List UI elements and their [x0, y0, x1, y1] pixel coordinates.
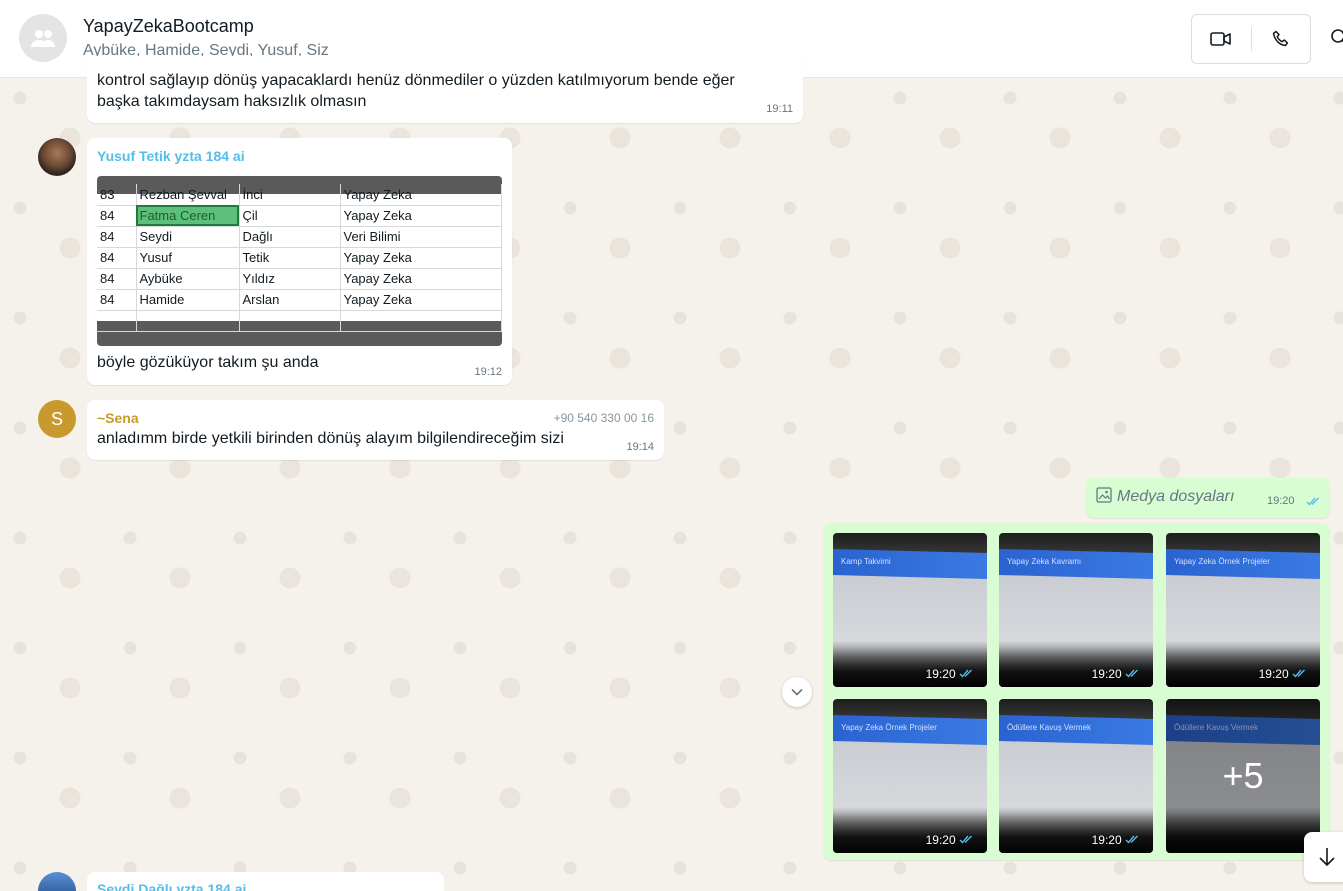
- sheet-cell: [97, 310, 137, 332]
- sheet-row: 83 Rezban Şevval İnci Yapay Zeka: [97, 184, 502, 206]
- sheet-row: [97, 310, 502, 332]
- message-time: 19:20: [1267, 495, 1295, 507]
- sheet-cell: Rezban Şevval: [136, 184, 240, 206]
- group-icon: [31, 30, 55, 47]
- media-caption: Medya dosyaları: [1117, 488, 1235, 505]
- avatar-sena[interactable]: S: [38, 400, 76, 438]
- sheet-cell: Arslan: [239, 289, 341, 311]
- message-bubble[interactable]: kontrol sağlayıp dönüş yapacaklardı henü…: [87, 56, 803, 123]
- slide-title: Ödüllere Kavuş Vermek: [1007, 723, 1092, 732]
- more-media-count[interactable]: +5: [1166, 699, 1320, 853]
- sheet-row: 84 Seydi Dağlı Veri Bilimi: [97, 226, 502, 248]
- message-time: 19:12: [474, 366, 502, 378]
- sheet-cell: Çil: [239, 205, 341, 227]
- double-tick-icon: [1292, 669, 1305, 678]
- sheet-cell: Hamide: [136, 289, 240, 311]
- sheet-cell: Yapay Zeka: [340, 184, 502, 206]
- double-tick-icon: [1125, 835, 1138, 844]
- sheet-cell: 83: [97, 184, 137, 206]
- sheet-cell: Aybüke: [136, 268, 240, 290]
- sheet-cell: Yusuf: [136, 247, 240, 269]
- double-tick-icon: [959, 835, 972, 844]
- sheet-row: 84 Yusuf Tetik Yapay Zeka: [97, 247, 502, 269]
- thumbnail-time: 19:20: [926, 667, 975, 681]
- sheet-cell: Yapay Zeka: [340, 289, 502, 311]
- sheet-cell: İnci: [239, 184, 341, 206]
- thumbnail-time: 19:20: [1092, 667, 1141, 681]
- sender-name[interactable]: Seydi Dağlı yzta 184 ai: [97, 881, 246, 891]
- call-controls: [1191, 14, 1311, 64]
- message-text-line: başka takımdaysam haksızlık olmasın: [97, 93, 367, 110]
- thumbnail-time: 19:20: [926, 833, 975, 847]
- thumbnail-time: 19:20: [1259, 667, 1308, 681]
- spreadsheet-image[interactable]: 83 Rezban Şevval İnci Yapay Zeka 84 Fatma Cer…: [97, 176, 502, 346]
- media-album[interactable]: Kamp Takvimi 19:20 Yapay Zeka Kavramı 19:2…: [823, 523, 1330, 860]
- sender-name[interactable]: ~Sena: [97, 410, 139, 426]
- sheet-cell: 84: [97, 268, 137, 290]
- slide-title: Kamp Takvimi: [841, 557, 891, 566]
- sheet-cell: [340, 310, 502, 332]
- search-button[interactable]: [1330, 28, 1343, 48]
- sheet-cell: Veri Bilimi: [340, 226, 502, 248]
- voice-call-button[interactable]: [1251, 15, 1310, 63]
- sheet-row: 84 Aybüke Yıldız Yapay Zeka: [97, 268, 502, 290]
- chat-title[interactable]: YapayZekaBootcamp: [83, 16, 254, 37]
- sheet-cell: Yapay Zeka: [340, 268, 502, 290]
- phone-icon: [1272, 30, 1288, 47]
- media-thumbnail[interactable]: Ödüllere Kavuş Vermek +5: [1166, 699, 1320, 853]
- message-time: 19:14: [626, 441, 654, 453]
- sheet-cell: [239, 310, 341, 332]
- spreadsheet-table: 83 Rezban Şevval İnci Yapay Zeka 84 Fatma Cer…: [97, 184, 502, 332]
- slide-title: Yapay Zeka Kavramı: [1007, 557, 1082, 566]
- double-tick-icon: [1125, 669, 1138, 678]
- scroll-to-bottom-button[interactable]: [1304, 832, 1343, 882]
- message-bubble[interactable]: Seydi Dağlı yzta 184 ai: [87, 872, 444, 891]
- thumbnail-time: 19:20: [1092, 833, 1141, 847]
- avatar-letter: S: [50, 408, 63, 429]
- media-caption-bubble[interactable]: Medya dosyaları 19:20: [1086, 478, 1330, 518]
- double-tick-icon: [959, 669, 972, 678]
- media-thumbnail[interactable]: Yapay Zeka Örnek Projeler 19:20: [833, 699, 987, 853]
- sheet-cell: [136, 310, 240, 332]
- search-icon: [1331, 29, 1343, 43]
- sheet-cell: Yıldız: [239, 268, 341, 290]
- message-text: anladımm birde yetkili birinden dönüş al…: [97, 430, 564, 447]
- message-bubble[interactable]: ~Sena +90 540 330 00 16 anladımm birde y…: [87, 400, 664, 460]
- message-time: 19:11: [766, 103, 793, 115]
- message-text-line: kontrol sağlayıp dönüş yapacaklardı henü…: [97, 72, 735, 89]
- image-icon: [1096, 487, 1112, 503]
- video-call-button[interactable]: [1192, 15, 1251, 63]
- sender-name[interactable]: Yusuf Tetik yzta 184 ai: [97, 148, 245, 164]
- message-bubble[interactable]: Yusuf Tetik yzta 184 ai 83 Rezban Şevval İ…: [87, 138, 512, 385]
- sheet-cell: Dağlı: [239, 226, 341, 248]
- video-icon: [1210, 32, 1232, 46]
- scroll-chevron-button[interactable]: [782, 677, 812, 707]
- slide-title: Yapay Zeka Örnek Projeler: [841, 723, 937, 732]
- sheet-row: 84 Hamide Arslan Yapay Zeka: [97, 289, 502, 311]
- sheet-cell: 84: [97, 226, 137, 248]
- slide-title: Yapay Zeka Örnek Projeler: [1174, 557, 1270, 566]
- chevron-down-icon: [791, 688, 803, 696]
- sheet-cell: Fatma Ceren: [136, 205, 240, 227]
- double-tick-icon: [1306, 497, 1319, 506]
- avatar-yusuf[interactable]: [38, 138, 76, 176]
- sheet-cell: 84: [97, 289, 137, 311]
- sheet-cell: Yapay Zeka: [340, 247, 502, 269]
- sheet-cell: Seydi: [136, 226, 240, 248]
- sheet-cell: 84: [97, 205, 137, 227]
- sheet-cell: 84: [97, 247, 137, 269]
- media-thumbnail[interactable]: Kamp Takvimi 19:20: [833, 533, 987, 687]
- media-thumbnail[interactable]: Yapay Zeka Örnek Projeler 19:20: [1166, 533, 1320, 687]
- sheet-cell: Tetik: [239, 247, 341, 269]
- group-avatar[interactable]: [19, 14, 67, 62]
- sheet-cell: Yapay Zeka: [340, 205, 502, 227]
- message-text: böyle gözüküyor takım şu anda: [97, 354, 319, 371]
- sender-phone: +90 540 330 00 16: [553, 411, 654, 425]
- media-thumbnail[interactable]: Ödüllere Kavuş Vermek 19:20: [999, 699, 1153, 853]
- arrow-down-icon: [1319, 848, 1335, 867]
- sheet-row: 84 Fatma Ceren Çil Yapay Zeka: [97, 205, 502, 227]
- media-thumbnail[interactable]: Yapay Zeka Kavramı 19:20: [999, 533, 1153, 687]
